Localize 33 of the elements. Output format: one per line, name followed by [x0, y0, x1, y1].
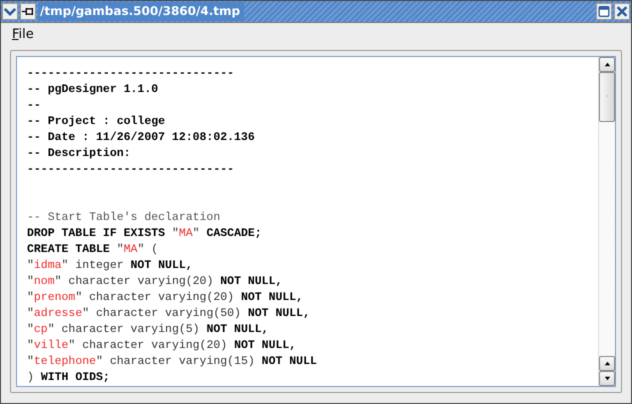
code-line: -- Date : 11/26/2007 12:08:02.136 [27, 131, 255, 144]
code-line: -- pgDesigner 1.1.0 [27, 83, 158, 96]
code-line: "nom" character varying(20) NOT NULL, [27, 275, 282, 288]
code-line: -- Project : college [27, 115, 166, 128]
code-line: "idma" integer NOT NULL, [27, 259, 193, 272]
code-editor[interactable] [16, 56, 616, 387]
code-line: "ville" character varying(20) NOT NULL, [27, 339, 296, 352]
scroll-thumb[interactable] [599, 72, 615, 122]
code-line: "prenom" character varying(20) NOT NULL, [27, 291, 304, 304]
code-line: ) WITH OIDS; [27, 371, 110, 384]
arrow-down-icon [602, 374, 612, 383]
pin-icon[interactable] [20, 3, 36, 20]
menu-item[interactable]: File [7, 26, 39, 42]
maximize-icon[interactable] [596, 3, 612, 20]
code-line: "adresse" character varying(50) NOT NULL, [27, 307, 310, 320]
arrow-up-icon [602, 359, 612, 368]
code-line: ------------------------------ [27, 163, 234, 176]
arrow-up-icon [602, 60, 612, 69]
code-line: -- Start Table's declaration [27, 211, 220, 224]
scroll-up-button[interactable] [599, 356, 615, 371]
scroll-down-button[interactable] [599, 371, 615, 386]
code-line: "cp" character varying(5) NOT NULL, [27, 323, 269, 336]
close-icon[interactable] [614, 3, 630, 20]
code-line: -- [27, 99, 41, 112]
scroll-up-button[interactable] [599, 57, 615, 72]
window-title: /tmp/gambas.500/3860/4.tmp [38, 2, 244, 21]
code-line: "telephone" character varying(15) NOT NULL [27, 355, 317, 368]
scrollbar[interactable] [598, 57, 615, 386]
code-line: -- Description: [27, 147, 131, 160]
code-line: ------------------------------ [27, 67, 234, 80]
code-line: CREATE TABLE "MA" ( [27, 243, 158, 256]
chevron-down-icon[interactable] [2, 3, 18, 20]
code-line: DROP TABLE IF EXISTS "MA" CASCADE; [27, 227, 262, 240]
